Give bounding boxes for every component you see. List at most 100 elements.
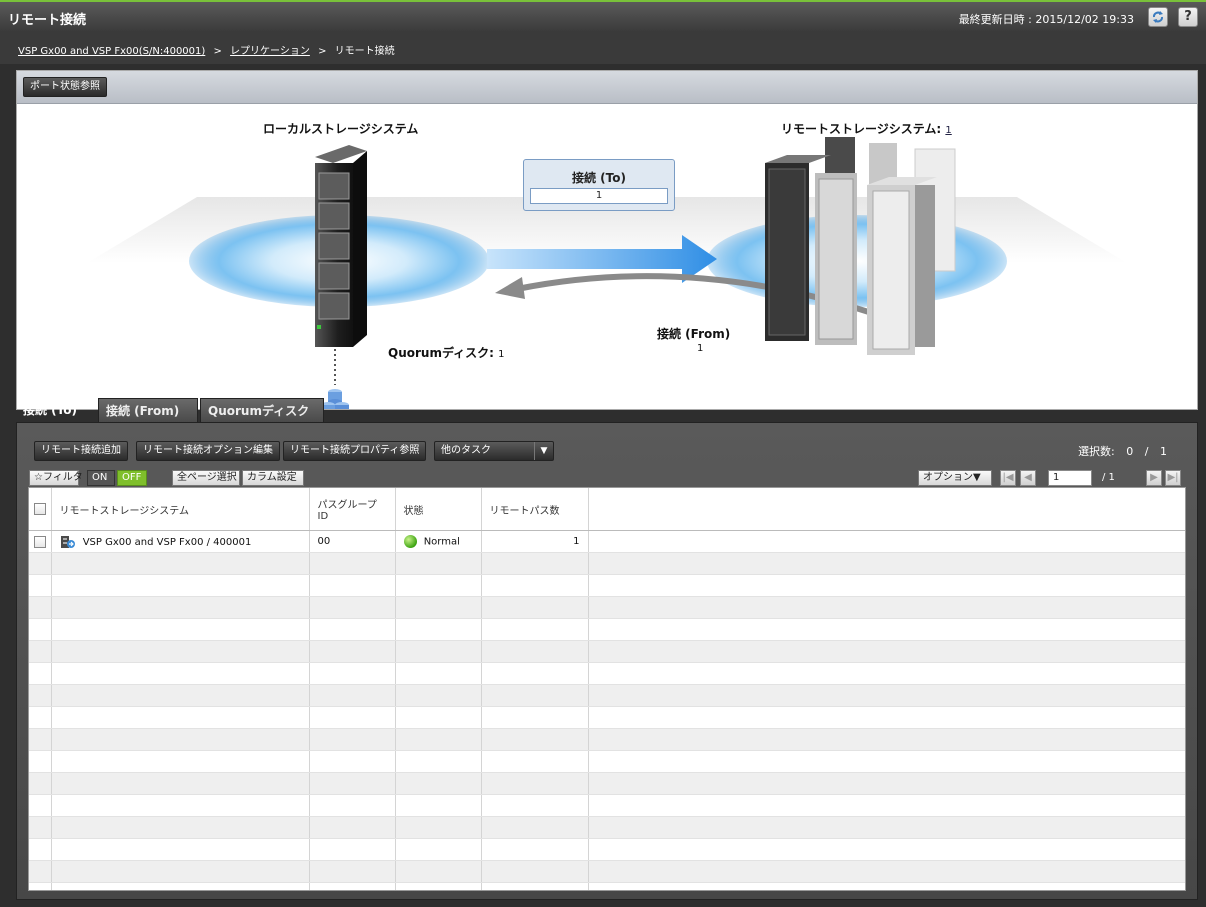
empty-cell [29,618,52,641]
breadcrumb-current: リモート接続 [334,46,395,57]
breadcrumb: VSP Gx00 and VSP Fx00(S/N:400001) > レプリケ… [18,42,395,57]
empty-cell [309,794,396,817]
empty-cell [29,816,52,839]
tab-connection-to[interactable]: 接続 (To) [16,398,98,422]
refresh-button[interactable] [1148,7,1168,27]
empty-cell [309,772,396,795]
quorum-disk-label: Quorumディスク: 1 [388,344,504,361]
empty-cell [29,684,52,707]
remote-storage-count-link[interactable]: 1 [945,125,951,136]
column-settings-button[interactable]: カラム設定 [242,470,304,486]
empty-cell [51,640,310,663]
row-checkbox-cell[interactable] [29,530,52,553]
breadcrumb-bar: VSP Gx00 and VSP Fx00(S/N:400001) > レプリケ… [0,32,1206,64]
local-storage-label: ローカルストレージシステム [263,122,419,136]
empty-cell [29,640,52,663]
select-all-checkbox-cell[interactable] [29,488,52,531]
empty-cell [588,794,1185,817]
status-text: Normal [423,536,460,548]
table-row[interactable]: VSP Gx00 and VSP Fx00 / 400001 00 Normal… [29,530,1185,553]
empty-cell [481,684,589,707]
empty-cell [395,574,482,597]
status-normal-icon [403,535,417,548]
last-page-icon[interactable]: ▶| [1165,470,1181,486]
prev-page-icon[interactable]: ◀ [1020,470,1036,486]
filter-off-button[interactable]: OFF [117,470,147,486]
empty-cell [395,728,482,751]
options-dropdown[interactable]: オプション▼ [918,470,992,486]
column-header-empty [588,488,1185,531]
quorum-disk-label-text: Quorumディスク: [388,346,494,360]
breadcrumb-storage-system[interactable]: VSP Gx00 and VSP Fx00(S/N:400001) [18,46,205,57]
empty-cell [29,794,52,817]
tab-quorum-disk[interactable]: Quorumディスク [200,398,324,422]
empty-cell [309,552,396,575]
empty-cell [395,662,482,685]
empty-cell [29,860,52,883]
empty-cell [29,574,52,597]
chevron-down-icon: ▼ [534,442,553,460]
filter-toggle-button[interactable]: ☆フィルタ [29,470,83,486]
column-header-remote-path-count[interactable]: リモートパス数 [481,488,589,531]
select-all-checkbox[interactable] [34,503,46,515]
filter-on-button[interactable]: ON [87,470,115,486]
empty-cell [481,706,589,729]
empty-cell [588,882,1185,890]
empty-cell [481,794,589,817]
empty-cell [395,860,482,883]
empty-cell [395,772,482,795]
empty-cell [481,552,589,575]
empty-cell [51,728,310,751]
first-page-icon[interactable]: |◀ [1000,470,1016,486]
collapse-handle[interactable]: ^ [596,385,605,398]
port-status-button[interactable]: ポート状態参照 [23,77,107,97]
tab-connection-from[interactable]: 接続 (From) [98,398,198,422]
remote-storage-label-text: リモートストレージシステム: [781,122,942,136]
local-storage-icon [315,145,367,347]
column-header-remote-storage[interactable]: リモートストレージシステム [51,488,310,531]
empty-cell [481,860,589,883]
topology-toolbar: ポート状態参照 [17,71,1197,104]
remote-connection-table: リモートストレージシステム パスグループ ID 状態 リモートパス数 VSP G… [28,487,1186,891]
empty-table-row [29,618,1185,641]
next-page-icon[interactable]: ▶ [1146,470,1162,486]
empty-cell [395,640,482,663]
selection-count-slash: / [1144,445,1149,458]
view-remote-connection-properties-button[interactable]: リモート接続プロパティ参照 [283,441,427,461]
empty-cell [395,794,482,817]
topology-diagram [87,137,1127,409]
last-updated-label: 最終更新日時 : [958,13,1032,26]
empty-cell [29,662,52,685]
add-remote-connection-button[interactable]: リモート接続追加 [34,441,128,461]
column-header-status[interactable]: 状態 [395,488,482,531]
connection-to-box[interactable]: 接続 (To) 1 [523,159,675,211]
select-all-pages-button[interactable]: 全ページ選択 [172,470,240,486]
empty-table-row [29,706,1185,729]
other-tasks-dropdown[interactable]: 他のタスク ▼ [434,441,554,461]
empty-cell [51,750,310,773]
empty-cell [588,684,1185,707]
empty-cell [51,684,310,707]
empty-cell [29,728,52,751]
help-button[interactable]: ? [1178,7,1198,27]
remote-storage-label: リモートストレージシステム: 1 [781,120,952,137]
edit-remote-connection-options-button[interactable]: リモート接続オプション編集 [136,441,280,461]
empty-cell [29,838,52,861]
connection-from-arrowhead [495,277,525,299]
row-checkbox[interactable] [34,535,46,548]
empty-cell [29,596,52,619]
empty-cell [309,816,396,839]
page-number-input[interactable]: 1 [1048,470,1092,486]
column-header-path-group-id[interactable]: パスグループ ID [309,488,396,531]
selection-count-total: 1 [1160,445,1167,458]
last-updated-value: 2015/12/02 19:33 [1035,13,1134,26]
topology-panel: ポート状態参照 ローカルストレージシステム リモートストレージシステム: 1 接… [16,70,1198,410]
breadcrumb-separator: > [318,46,327,57]
empty-cell [51,794,310,817]
breadcrumb-replication[interactable]: レプリケーション [230,46,310,57]
empty-cell [51,772,310,795]
other-tasks-label: 他のタスク [441,445,491,456]
empty-table-row [29,596,1185,619]
empty-cell [481,838,589,861]
empty-cell [395,552,482,575]
